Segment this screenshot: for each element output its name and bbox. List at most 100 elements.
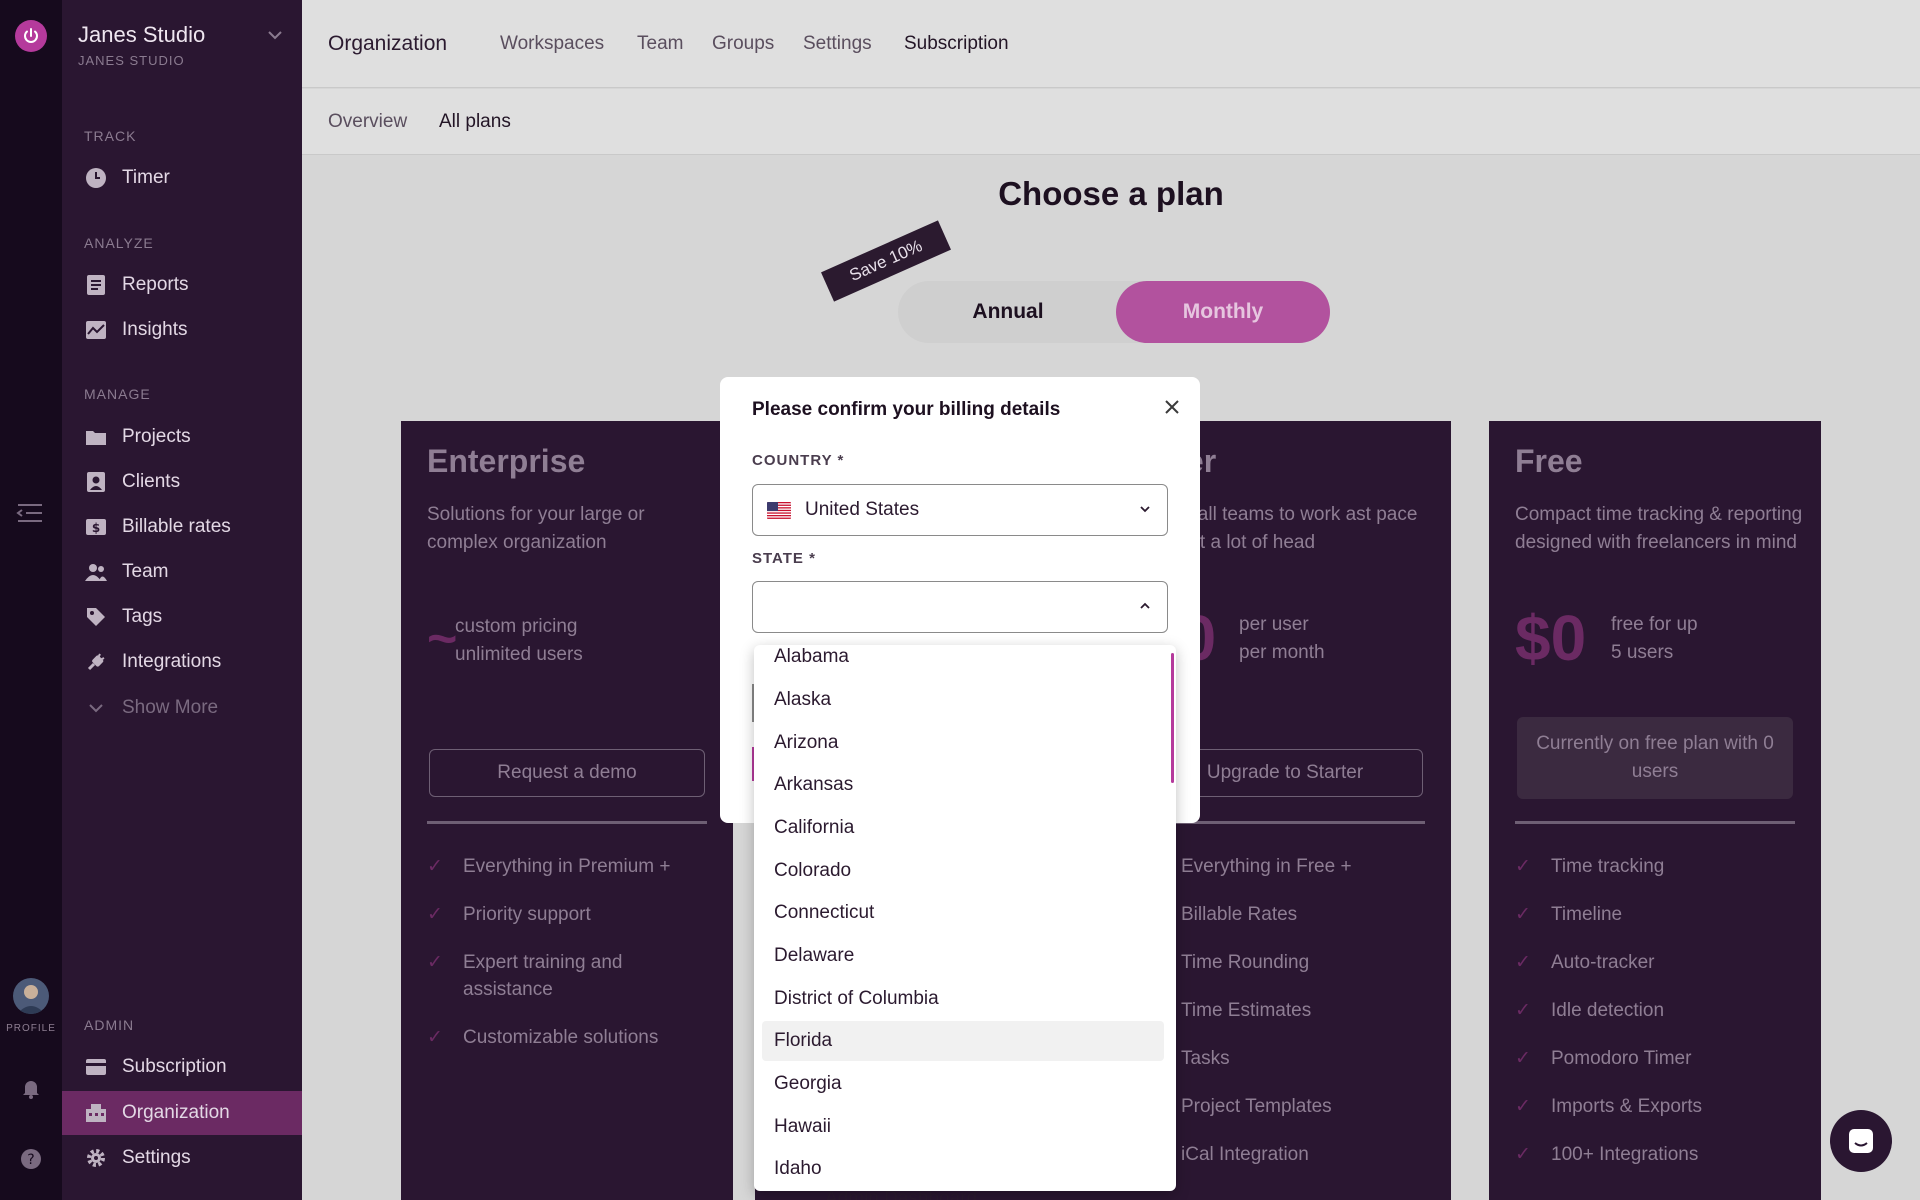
sidebar-item-tags[interactable]: Tags	[62, 595, 302, 639]
tab-workspaces[interactable]: Workspaces	[500, 33, 604, 55]
feature-label: Everything in Premium +	[463, 856, 671, 877]
state-option[interactable]: Arkansas	[762, 765, 1164, 805]
toggle-monthly[interactable]: Monthly	[1116, 281, 1330, 343]
section-analyze: ANALYZE	[84, 235, 154, 251]
feature-item: ✓ Imports & Exports	[1515, 1093, 1805, 1120]
feature-label: Idle detection	[1551, 1000, 1665, 1021]
feature-label: Time Rounding	[1181, 952, 1310, 973]
help-icon[interactable]: ?	[20, 1148, 42, 1170]
feature-label: Tasks	[1181, 1048, 1230, 1069]
avatar[interactable]	[13, 978, 49, 1014]
sidebar-item-organization[interactable]: Organization	[62, 1091, 302, 1135]
tab-subscription[interactable]: Subscription	[904, 33, 1009, 55]
dropdown-scrollbar[interactable]	[1171, 653, 1174, 783]
state-option[interactable]: California	[762, 808, 1164, 848]
feature-item: ✓Tasks	[1145, 1045, 1435, 1072]
sidebar-item-label: Show More	[122, 697, 219, 718]
workspace-name[interactable]: Janes Studio	[78, 22, 205, 48]
feature-label: Time Estimates	[1181, 1000, 1312, 1021]
client-icon	[84, 470, 108, 494]
folder-icon	[84, 425, 108, 449]
state-option[interactable]: Alaska	[762, 680, 1164, 720]
sidebar-item-label: Settings	[122, 1147, 191, 1168]
feature-item: ✓Everything in Free +	[1145, 853, 1435, 880]
billing-toggle: Annual Monthly	[898, 281, 1330, 343]
state-option[interactable]: Colorado	[762, 851, 1164, 891]
sub-nav: Overview All plans	[302, 89, 1920, 155]
close-icon[interactable]	[1160, 395, 1184, 419]
tab-settings[interactable]: Settings	[803, 33, 872, 55]
tab-all-plans[interactable]: All plans	[439, 111, 511, 133]
price-note-line: free for up	[1611, 614, 1698, 635]
sidebar-item-show-more[interactable]: Show More	[62, 686, 302, 730]
feature-item: ✓Billable Rates	[1145, 901, 1435, 928]
feature-item: ✓ Priority support	[427, 901, 717, 928]
sidebar-item-subscription[interactable]: Subscription	[62, 1045, 302, 1089]
sidebar-item-billable-rates[interactable]: $ Billable rates	[62, 505, 302, 549]
section-admin: ADMIN	[84, 1017, 135, 1033]
sidebar-item-team[interactable]: Team	[62, 550, 302, 594]
chat-button[interactable]	[1830, 1110, 1892, 1172]
sidebar-item-label: Organization	[122, 1102, 230, 1123]
sidebar-item-label: Integrations	[122, 651, 222, 672]
toggle-annual[interactable]: Annual	[898, 281, 1118, 343]
feature-item: ✓ Time tracking	[1515, 853, 1805, 880]
feature-label: 100+ Integrations	[1551, 1144, 1699, 1165]
sidebar-item-projects[interactable]: Projects	[62, 415, 302, 459]
plan-price-note: custom pricing unlimited users	[455, 613, 583, 669]
price-note-line: unlimited users	[455, 644, 583, 665]
collapse-sidebar-icon[interactable]	[16, 502, 44, 524]
dollar-icon: $	[84, 515, 108, 539]
feature-item: ✓Project Templates	[1145, 1093, 1435, 1120]
state-option[interactable]: Idaho	[762, 1149, 1164, 1189]
state-option[interactable]: Georgia	[762, 1064, 1164, 1104]
country-select[interactable]: United States	[752, 484, 1168, 536]
state-select[interactable]	[752, 581, 1168, 633]
sidebar-item-timer[interactable]: Timer	[62, 156, 302, 200]
bell-icon[interactable]	[20, 1077, 42, 1099]
state-option[interactable]: District of Columbia	[762, 979, 1164, 1019]
power-logo-icon[interactable]	[15, 20, 47, 52]
svg-text:$: $	[92, 521, 100, 535]
sidebar-item-label: Timer	[122, 167, 170, 188]
workspace-subtitle: JANES STUDIO	[78, 53, 185, 68]
plan-price: $0	[1515, 602, 1587, 674]
state-option[interactable]: Hawaii	[762, 1107, 1164, 1147]
sidebar-item-settings[interactable]: Settings	[62, 1136, 302, 1180]
current-plan-button[interactable]: Currently on free plan with 0 users	[1517, 717, 1793, 799]
plan-card-free: Free Compact time tracking & reporting d…	[1489, 421, 1821, 1200]
sidebar-item-label: Billable rates	[122, 516, 231, 537]
check-icon: ✓	[1515, 904, 1531, 925]
plan-name: Free	[1515, 443, 1583, 479]
feature-label: Billable Rates	[1181, 904, 1298, 925]
sidebar-item-label: Reports	[122, 274, 189, 295]
sidebar-item-insights[interactable]: Insights	[62, 308, 302, 352]
tab-overview[interactable]: Overview	[328, 111, 407, 133]
sidebar-item-label: Clients	[122, 471, 181, 492]
tab-groups[interactable]: Groups	[712, 33, 774, 55]
sidebar-item-integrations[interactable]: Integrations	[62, 640, 302, 684]
feature-item: ✓ Expert training and assistance	[427, 949, 717, 1003]
feature-label: Customizable solutions	[463, 1027, 659, 1048]
sidebar-item-clients[interactable]: Clients	[62, 460, 302, 504]
state-option[interactable]: Delaware	[762, 936, 1164, 976]
sidebar-item-label: Tags	[122, 606, 163, 627]
check-icon: ✓	[427, 952, 443, 973]
state-option[interactable]: Connecticut	[762, 893, 1164, 933]
chevron-down-icon[interactable]	[266, 26, 284, 44]
section-track: TRACK	[84, 128, 137, 144]
state-option[interactable]: Alabama	[762, 645, 1164, 677]
state-option[interactable]: Florida	[762, 1021, 1164, 1061]
feature-item: ✓ Everything in Premium +	[427, 853, 717, 880]
svg-text:?: ?	[27, 1152, 34, 1168]
divider	[427, 821, 707, 824]
request-demo-button[interactable]: Request a demo	[429, 749, 705, 797]
tab-team[interactable]: Team	[637, 33, 683, 55]
state-option[interactable]: Arizona	[762, 723, 1164, 763]
feature-item: ✓Time Rounding	[1145, 949, 1435, 976]
sidebar-item-reports[interactable]: Reports	[62, 263, 302, 307]
plan-description: Compact time tracking & reporting design…	[1515, 504, 1803, 553]
check-icon: ✓	[1515, 1048, 1531, 1069]
check-icon: ✓	[427, 856, 443, 877]
state-dropdown: Alabama Alaska Arizona Arkansas Californ…	[754, 645, 1176, 1191]
